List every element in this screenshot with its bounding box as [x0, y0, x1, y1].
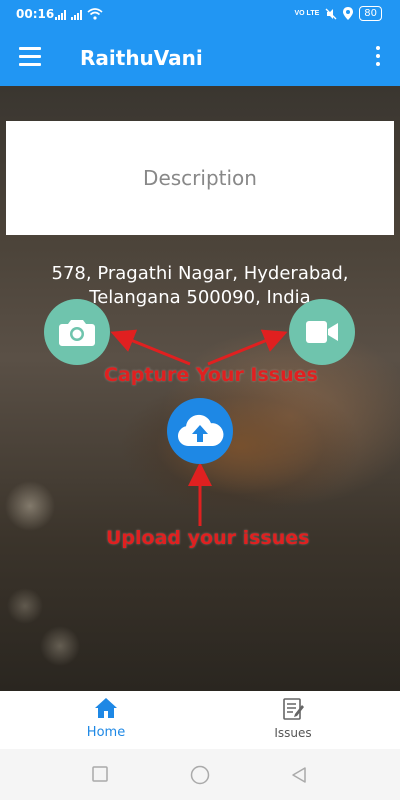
status-left-icons: [55, 8, 103, 20]
nav-home[interactable]: Home: [46, 697, 166, 740]
nav-home-label: Home: [86, 725, 126, 740]
camera-icon: [59, 320, 95, 346]
annotation-arrows: [110, 329, 288, 526]
video-button[interactable]: [289, 299, 355, 365]
nav-issues-label: Issues: [274, 726, 312, 740]
arrow-to-camera: [110, 329, 191, 366]
status-bar: 00:16 VO LTE 80: [0, 0, 400, 28]
camera-button[interactable]: [44, 299, 110, 365]
signal-icon: [55, 10, 66, 20]
status-right-icons: VO LTE 80: [294, 6, 382, 21]
capture-annotation: Capture Your Issues: [104, 364, 318, 386]
menu-icon[interactable]: [19, 47, 43, 67]
recents-icon[interactable]: [92, 766, 108, 782]
status-time: 00:16: [16, 7, 55, 21]
location-icon: [343, 7, 354, 20]
mute-icon: [325, 8, 337, 19]
cloud-upload-icon: [177, 414, 224, 446]
nav-issues[interactable]: Issues: [233, 697, 353, 740]
system-navigation-bar: [0, 749, 400, 800]
upload-button[interactable]: [167, 398, 233, 464]
issues-icon: [283, 698, 304, 720]
video-camera-icon: [306, 321, 338, 343]
wifi-icon: [87, 8, 103, 20]
bottom-navigation: Home Issues: [0, 691, 400, 749]
more-vert-icon[interactable]: [372, 46, 382, 68]
back-icon[interactable]: [290, 766, 308, 784]
home-system-icon[interactable]: [190, 765, 210, 785]
upload-annotation: Upload your issues: [106, 527, 310, 549]
home-icon: [95, 698, 117, 718]
arrow-to-video: [207, 329, 288, 366]
battery-indicator: 80: [359, 6, 382, 21]
app-bar: RaithuVani: [0, 28, 400, 86]
main-content: Description 578, Pragathi Nagar, Hyderab…: [0, 86, 400, 691]
volte-label: VO LTE: [294, 10, 320, 17]
signal-icon-2: [71, 10, 82, 20]
app-title: RaithuVani: [80, 46, 203, 70]
